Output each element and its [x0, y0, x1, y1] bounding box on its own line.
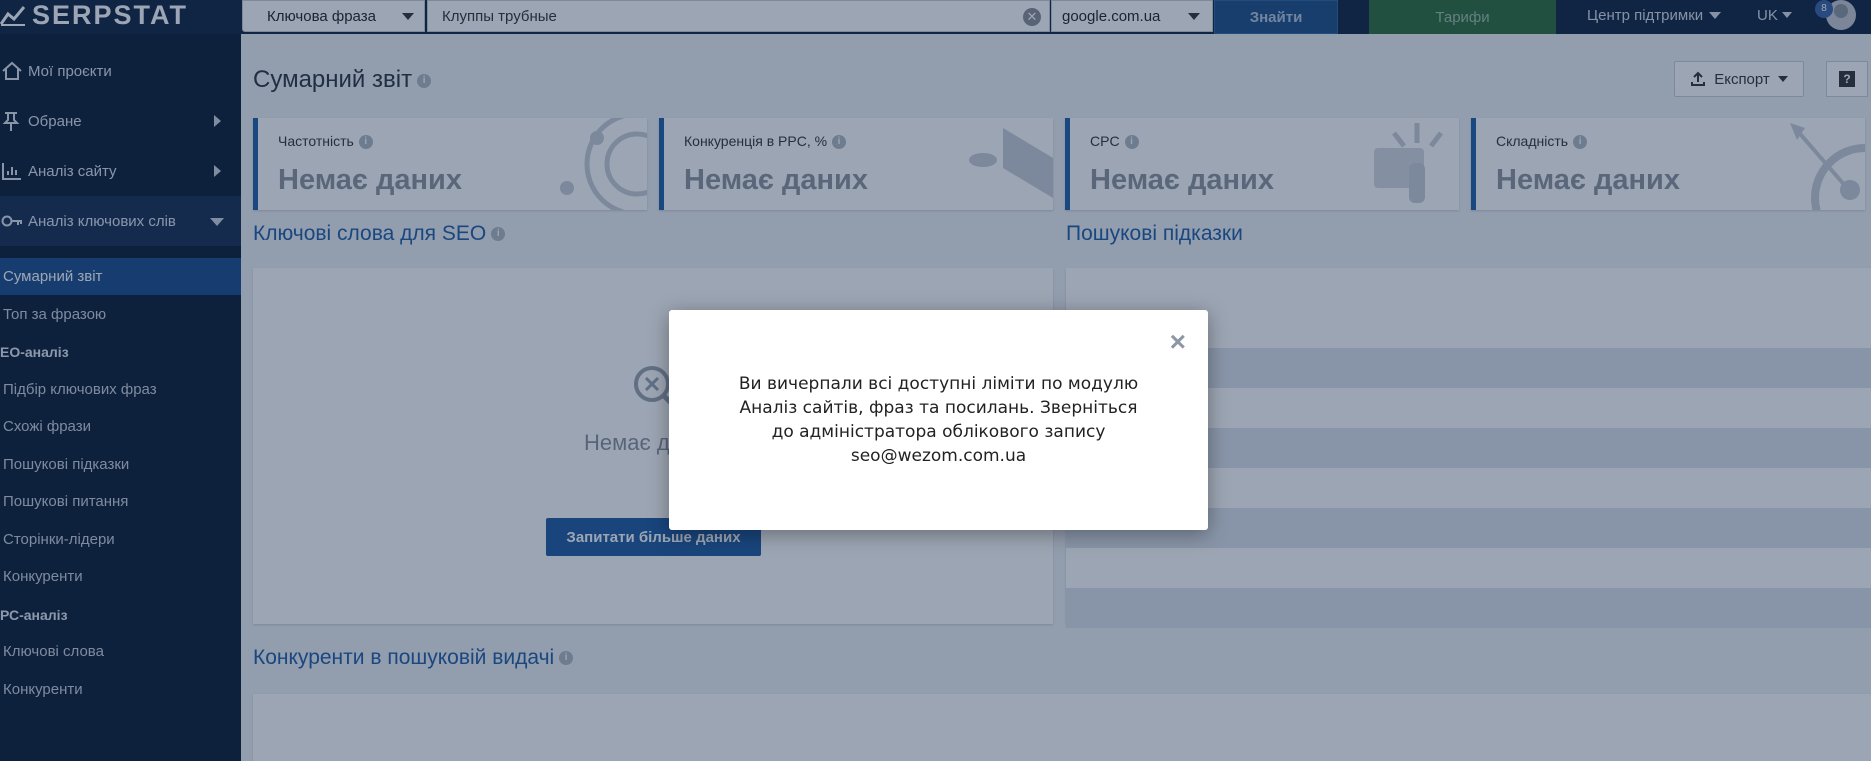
- dialog-message: Ви вичерпали всі доступні ліміти по моду…: [709, 372, 1168, 468]
- close-icon[interactable]: ×: [1170, 328, 1186, 356]
- limit-exceeded-dialog: × Ви вичерпали всі доступні ліміти по мо…: [669, 310, 1208, 530]
- dialog-message-line: Аналіз сайтів, фраз та посилань. Зверніт…: [739, 398, 1138, 418]
- dialog-message-line: до адміністратора облікового запису: [771, 422, 1106, 442]
- dialog-email: seo@wezom.com.ua: [850, 446, 1027, 466]
- dialog-message-line: Ви вичерпали всі доступні ліміти по моду…: [738, 374, 1139, 394]
